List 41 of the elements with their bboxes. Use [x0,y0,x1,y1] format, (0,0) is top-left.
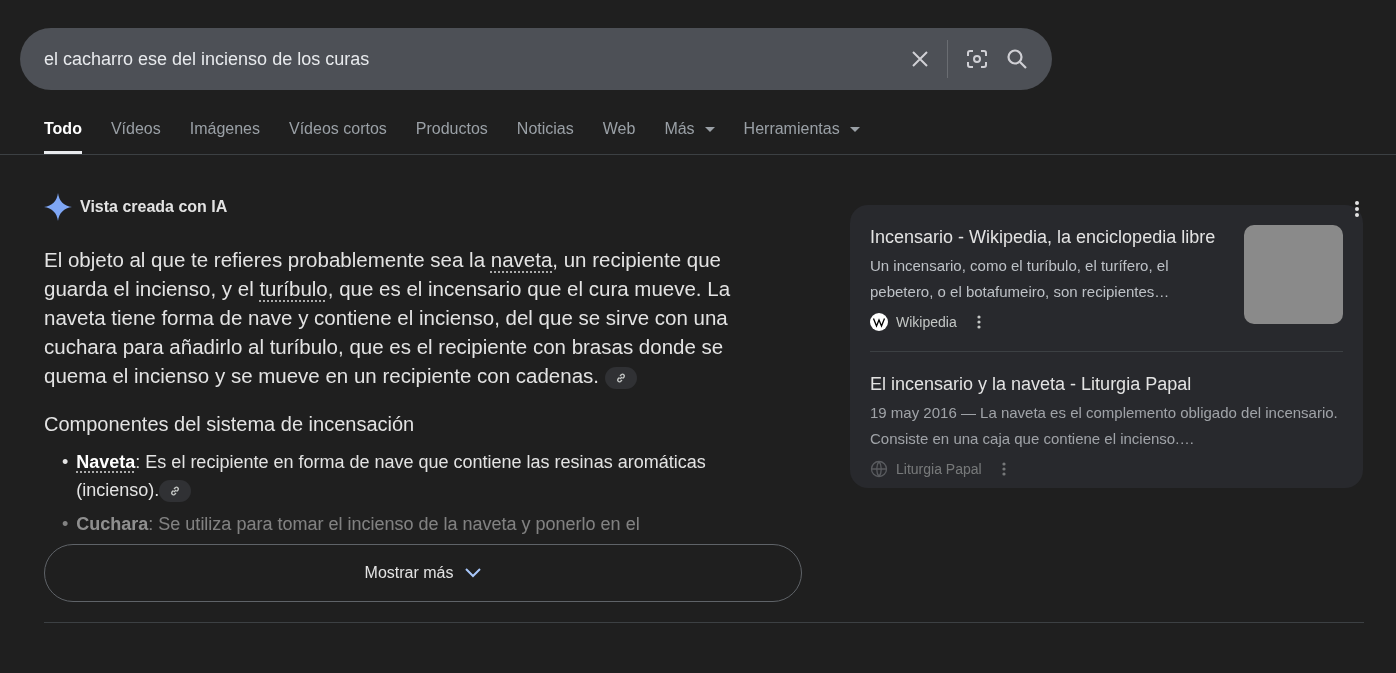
search-tab[interactable]: Web [602,120,636,154]
link-chip[interactable] [159,480,192,503]
close-icon[interactable] [910,49,930,69]
wikipedia-w-icon [870,313,888,331]
link-icon [614,371,627,384]
term-link[interactable]: naveta [490,248,553,271]
bullet-marker: • [62,513,69,536]
source-title[interactable]: Incensario - Wikipedia, la enciclopedia libre [870,225,1224,249]
camera-icon[interactable] [965,47,989,71]
search-tab[interactable]: Vídeos [110,120,161,154]
search-tab[interactable]: Noticias [516,120,574,154]
link-icon [169,485,182,498]
ai-overview-title: Vista creada con IA [80,198,228,216]
search-tab[interactable]: Productos [415,120,488,154]
search-tab[interactable]: Más [664,120,715,154]
caret-icon [849,126,860,132]
section-heading: Componentes del sistema de incensación [44,413,416,436]
show-more-button[interactable]: Mostrar más [44,544,802,602]
ai-answer-paragraph: El objeto al que te refieres probablemente sea la naveta, un recipiente que guarda el incienso, y el turíbulo, que es el incensario que el cura mueve. La naveta tiene forma de nave y contiene el incienso, del que se sirve con una cuchara para añadirlo al turíbulo, que es el recipiente con brasas donde se quema el incienso y se mueve en un recipiente con cadenas. [44,247,732,390]
search-tab[interactable]: Vídeos cortos [289,120,387,154]
term-link[interactable]: turíbulo [259,277,328,300]
bullet-item: Naveta: Es el recipiente en forma de nave que contiene las resinas aromáticas (incienso). [76,448,777,504]
globe-icon [870,460,888,478]
search-tab[interactable]: Herramientas [743,120,860,154]
sparkle-icon [44,193,72,221]
bullet-marker: • [62,451,69,474]
source-snippet: 19 may 2016 — La naveta es el complemento obligado del incensario. Consiste en una caja que contiene el incienso.… [870,403,1339,449]
chevron-down-icon [465,568,482,578]
search-query[interactable]: el cacharro ese del incienso de los curas [44,48,910,70]
link-chip[interactable] [604,366,637,389]
source-title[interactable]: El incensario y la naveta - Liturgia Papal [870,372,1343,396]
search-bar[interactable]: el cacharro ese del incienso de los curas [20,28,1052,90]
source-site-name[interactable]: Wikipedia [896,314,957,330]
search-tab[interactable]: Todo [44,120,82,154]
more-options-icon[interactable] [1355,201,1359,217]
more-options-icon[interactable] [976,315,981,329]
caret-icon [704,126,715,132]
bullet-item: Cuchara: Se utiliza para tomar el incienso de la naveta y ponerlo en el [76,513,641,536]
search-tab[interactable]: Imágenes [189,120,260,154]
source-snippet: Un incensario, como el turíbulo, el turífero, el pebetero, o el botafumeiro, son recipientes… [870,256,1171,302]
search-icon[interactable] [1006,48,1028,70]
